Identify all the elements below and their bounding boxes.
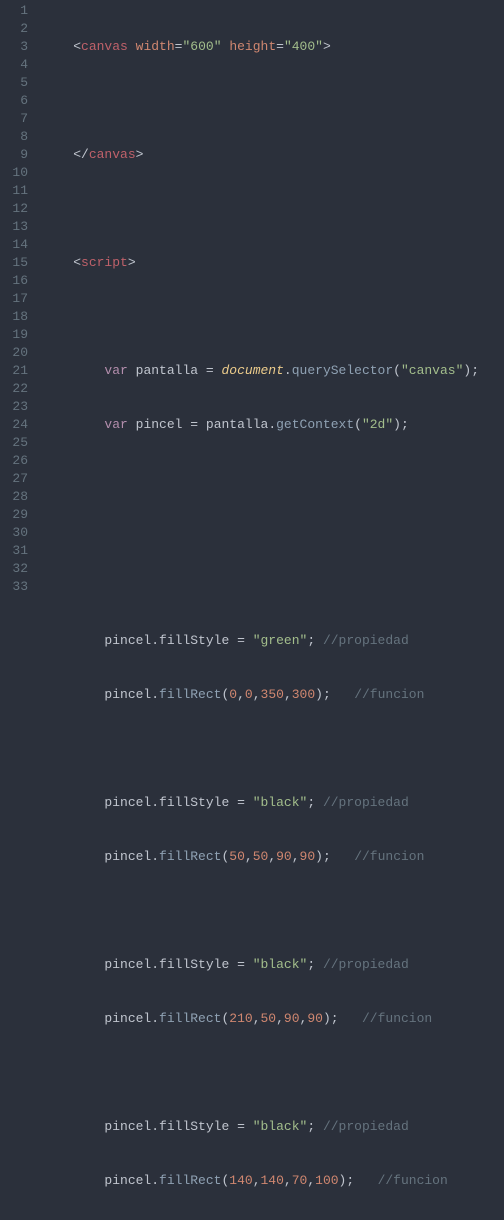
code-line: <script> bbox=[42, 254, 504, 272]
code-line: pincel.fillStyle = "black"; //propiedad bbox=[42, 1118, 504, 1136]
code-line: pincel.fillRect(50,50,90,90); //funcion bbox=[42, 848, 504, 866]
line-number: 14 bbox=[0, 236, 28, 254]
line-number: 3 bbox=[0, 38, 28, 56]
code-line bbox=[42, 200, 504, 218]
code-line bbox=[42, 308, 504, 326]
line-number: 6 bbox=[0, 92, 28, 110]
line-number: 4 bbox=[0, 56, 28, 74]
code-line bbox=[42, 578, 504, 596]
code-line bbox=[42, 902, 504, 920]
code-line: pincel.fillStyle = "green"; //propiedad bbox=[42, 632, 504, 650]
code-line: pincel.fillRect(210,50,90,90); //funcion bbox=[42, 1010, 504, 1028]
code-line bbox=[42, 92, 504, 110]
line-number: 25 bbox=[0, 434, 28, 452]
line-number: 12 bbox=[0, 200, 28, 218]
line-number: 19 bbox=[0, 326, 28, 344]
line-number: 16 bbox=[0, 272, 28, 290]
line-number: 2 bbox=[0, 20, 28, 38]
line-number: 32 bbox=[0, 560, 28, 578]
line-number: 9 bbox=[0, 146, 28, 164]
line-number: 31 bbox=[0, 542, 28, 560]
code-line bbox=[42, 470, 504, 488]
line-number: 1 bbox=[0, 2, 28, 20]
line-number: 10 bbox=[0, 164, 28, 182]
line-number: 11 bbox=[0, 182, 28, 200]
line-number: 5 bbox=[0, 74, 28, 92]
code-area[interactable]: <canvas width="600" height="400"> </canv… bbox=[38, 0, 504, 610]
code-editor[interactable]: 1234567891011121314151617181920212223242… bbox=[0, 0, 504, 610]
line-number: 28 bbox=[0, 488, 28, 506]
code-line: pincel.fillRect(0,0,350,300); //funcion bbox=[42, 686, 504, 704]
line-number: 24 bbox=[0, 416, 28, 434]
line-number: 20 bbox=[0, 344, 28, 362]
line-number: 13 bbox=[0, 218, 28, 236]
line-number-gutter: 1234567891011121314151617181920212223242… bbox=[0, 0, 38, 610]
line-number: 23 bbox=[0, 398, 28, 416]
code-line: <canvas width="600" height="400"> bbox=[42, 38, 504, 56]
code-line: pincel.fillStyle = "black"; //propiedad bbox=[42, 956, 504, 974]
line-number: 30 bbox=[0, 524, 28, 542]
code-line: var pincel = pantalla.getContext("2d"); bbox=[42, 416, 504, 434]
line-number: 33 bbox=[0, 578, 28, 596]
line-number: 8 bbox=[0, 128, 28, 146]
line-number: 29 bbox=[0, 506, 28, 524]
code-line: pincel.fillStyle = "black"; //propiedad bbox=[42, 794, 504, 812]
line-number: 17 bbox=[0, 290, 28, 308]
code-line bbox=[42, 1064, 504, 1082]
line-number: 22 bbox=[0, 380, 28, 398]
code-line: pincel.fillRect(140,140,70,100); //funci… bbox=[42, 1172, 504, 1190]
line-number: 26 bbox=[0, 452, 28, 470]
code-line: </canvas> bbox=[42, 146, 504, 164]
code-line: var pantalla = document.querySelector("c… bbox=[42, 362, 504, 380]
line-number: 27 bbox=[0, 470, 28, 488]
line-number: 21 bbox=[0, 362, 28, 380]
code-line bbox=[42, 740, 504, 758]
line-number: 7 bbox=[0, 110, 28, 128]
line-number: 15 bbox=[0, 254, 28, 272]
code-line bbox=[42, 524, 504, 542]
line-number: 18 bbox=[0, 308, 28, 326]
